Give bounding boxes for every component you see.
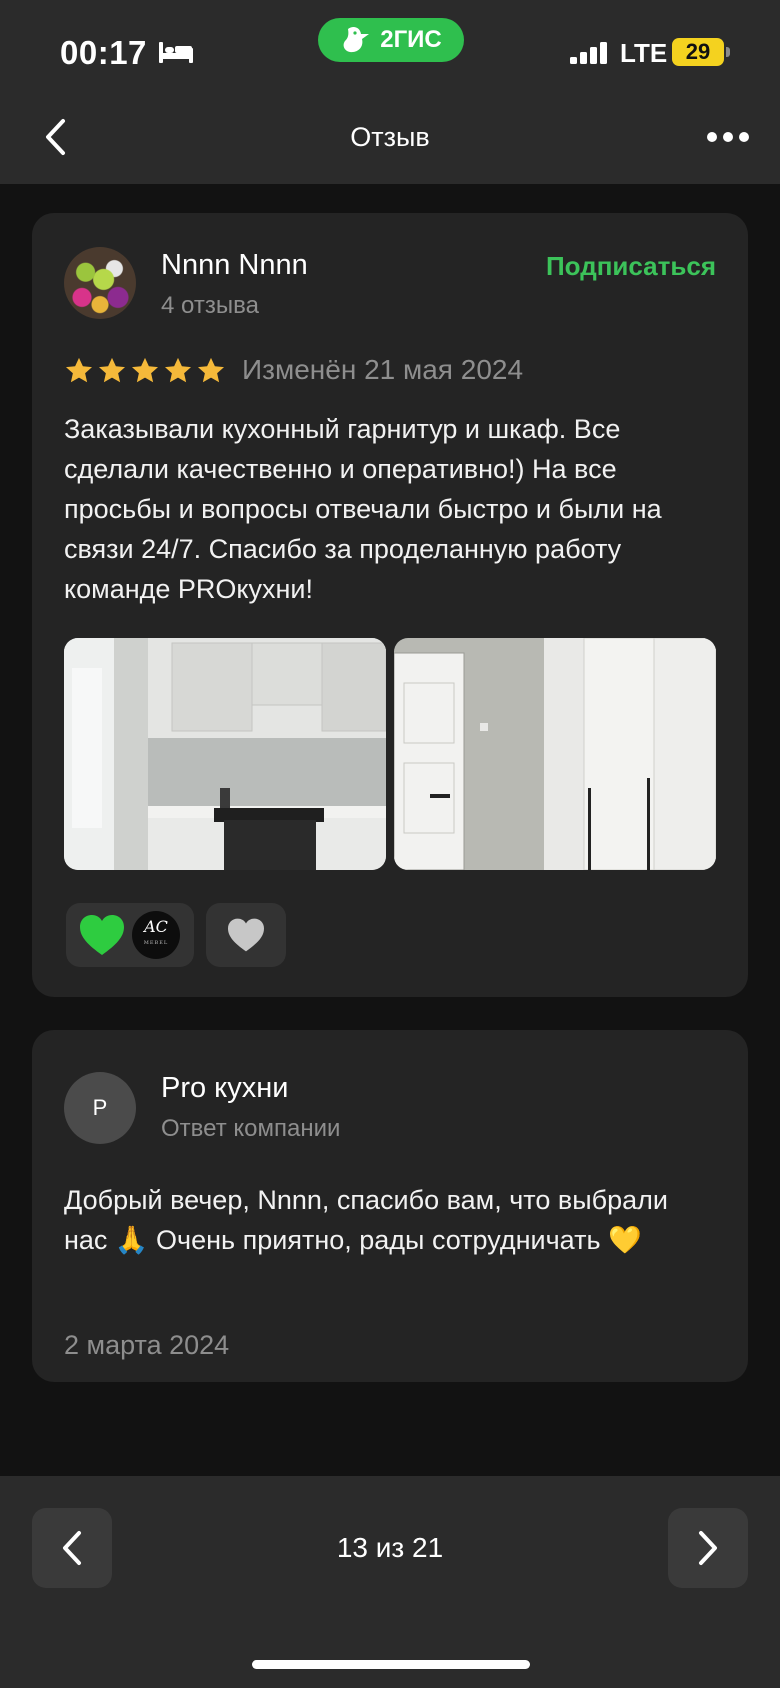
status-time: 00:17 bbox=[60, 34, 147, 71]
review-pager: 13 из 21 bbox=[0, 1476, 780, 1688]
duck-logo-icon bbox=[343, 26, 370, 53]
company-reply-label: Ответ компании bbox=[161, 1115, 341, 1142]
kitchen-photo bbox=[64, 638, 386, 870]
app-return-pill[interactable]: 2ГИС bbox=[318, 18, 464, 62]
green-heart-icon bbox=[80, 915, 124, 955]
subscribe-button[interactable]: Подписаться bbox=[546, 251, 716, 282]
author-avatar[interactable] bbox=[64, 247, 136, 319]
review-photo-wardrobe[interactable] bbox=[394, 638, 716, 870]
next-review-button[interactable] bbox=[668, 1508, 748, 1588]
reply-text: Добрый вечер, Nnnn, спасибо вам, что выб… bbox=[64, 1185, 668, 1255]
chevron-right-icon bbox=[699, 1531, 717, 1565]
wardrobe-photo bbox=[394, 638, 716, 870]
network-type: LTE bbox=[620, 38, 668, 68]
review-counter: 13 из 21 bbox=[336, 1532, 444, 1563]
reply-date: 2 марта 2024 bbox=[64, 1330, 230, 1360]
star-icon bbox=[66, 357, 92, 383]
reactions-summary[interactable]: AC MEBEL bbox=[66, 903, 194, 967]
reactor-avatar-sub: MEBEL bbox=[143, 940, 169, 946]
more-dots-icon bbox=[707, 132, 749, 142]
nav-header: Отзыв bbox=[0, 90, 780, 184]
rating-stars bbox=[64, 356, 226, 386]
like-button[interactable] bbox=[206, 903, 286, 967]
author-name[interactable]: Nnnn Nnnn bbox=[161, 249, 308, 282]
star-icon bbox=[165, 357, 191, 383]
battery-tip bbox=[726, 47, 730, 57]
review-card: Nnnn Nnnn 4 отзыва Подписаться Изменён 2… bbox=[32, 213, 748, 997]
review-photo-kitchen[interactable] bbox=[64, 638, 386, 870]
heart-icon bbox=[228, 918, 264, 952]
star-icon bbox=[198, 357, 224, 383]
status-bar: 00:17 2ГИС LTE 29 bbox=[0, 0, 780, 90]
star-icon bbox=[132, 357, 158, 383]
review-text: Заказывали кухонный гарнитур и шкаф. Все… bbox=[64, 414, 662, 604]
company-reply-card: P Pro кухни Ответ компании Добрый вечер,… bbox=[32, 1030, 748, 1382]
page-title: Отзыв bbox=[350, 122, 430, 152]
signal-icon bbox=[570, 42, 607, 64]
app-name: 2ГИС bbox=[380, 26, 442, 53]
reactor-avatar: AC MEBEL bbox=[132, 911, 180, 959]
battery-level: 29 bbox=[672, 38, 724, 66]
more-button[interactable] bbox=[698, 112, 758, 162]
bed-icon bbox=[159, 42, 193, 63]
star-icon bbox=[99, 357, 125, 383]
company-avatar[interactable]: P bbox=[64, 1072, 136, 1144]
company-name[interactable]: Pro кухни bbox=[161, 1072, 288, 1105]
reactor-avatar-initials: AC bbox=[144, 917, 168, 936]
home-indicator[interactable] bbox=[252, 1660, 530, 1669]
author-review-count: 4 отзыва bbox=[161, 292, 259, 319]
edited-date: Изменён 21 мая 2024 bbox=[242, 354, 524, 385]
